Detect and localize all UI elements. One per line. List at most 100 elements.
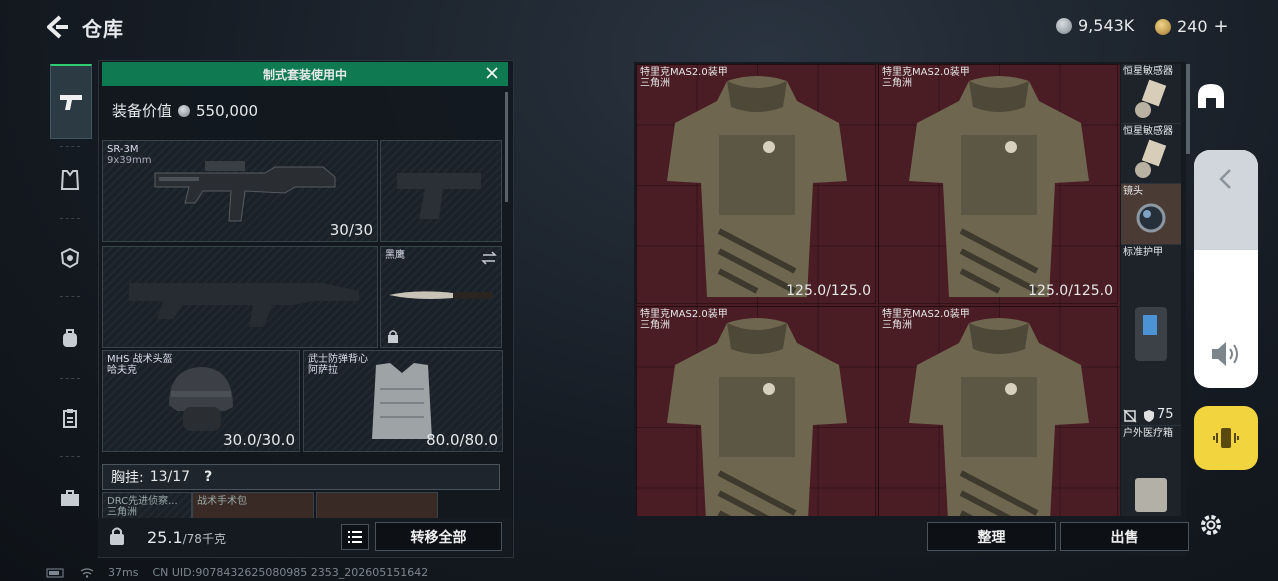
list-icon — [348, 531, 362, 543]
speaker-icon — [1212, 342, 1238, 366]
back-arrow-icon[interactable] — [44, 14, 70, 40]
coin-amount: 9,543K — [1078, 16, 1135, 35]
armor-durability: 80.0/80.0 — [426, 431, 498, 449]
list-view-button[interactable] — [341, 524, 369, 550]
carry-weight-max: /78千克 — [182, 532, 226, 546]
stash-item[interactable]: 标准护甲 75 — [1121, 245, 1181, 426]
stash-vest-item[interactable]: 特里克MAS2.0装甲 三角洲 125.0/125.0 — [878, 64, 1118, 304]
volume-panel[interactable] — [1194, 150, 1258, 388]
rail-armor[interactable] — [50, 160, 90, 200]
stash-grid: 特里克MAS2.0装甲 三角洲 125.0/125.0 特里克MAS2.0装甲 三角洲 1… — [636, 64, 1120, 516]
coin-icon — [1056, 17, 1072, 34]
rail-case[interactable] — [50, 478, 90, 518]
pistol-icon — [60, 95, 82, 110]
stash-vest-item[interactable]: 特里克MAS2.0装甲 三角洲 125.0/125.0 — [636, 64, 876, 304]
rail-backpack[interactable] — [50, 318, 90, 358]
helmet-slot[interactable]: MHS 战术头盔 哈夫克 30.0/30.0 — [102, 350, 300, 452]
add-currency-button[interactable]: + — [1214, 16, 1229, 37]
stash-item-name: 恒星敏感器 — [1123, 66, 1173, 77]
clipboard-icon — [63, 409, 77, 428]
stash-scrollbar[interactable] — [1186, 64, 1190, 154]
sidearm-slot[interactable] — [380, 140, 502, 242]
stash-item-name: 恒星敏感器 — [1123, 126, 1173, 137]
stash-item-name: 镜头 — [1123, 186, 1143, 197]
sell-button[interactable]: 出售 — [1060, 522, 1189, 551]
weight-lock-icon — [110, 527, 124, 545]
rig-item[interactable] — [316, 492, 438, 520]
body-armor-icon — [909, 76, 1089, 297]
swap-icon[interactable] — [481, 251, 497, 265]
vest-icon — [60, 170, 80, 190]
equipment-value-label: 装备价值 — [112, 102, 173, 120]
organize-button[interactable]: 整理 — [927, 522, 1056, 551]
currency-coins: 9,543K — [1056, 16, 1134, 35]
loadout-scrollbar[interactable] — [505, 92, 508, 202]
stash-item-name: 户外医疗箱 — [1123, 428, 1173, 439]
stash-item[interactable]: 恒星敏感器 — [1121, 124, 1181, 184]
vibrate-button[interactable] — [1194, 406, 1258, 470]
armor-level: 75 — [1157, 407, 1174, 422]
armor-slot[interactable]: 武士防弹背心 阿萨拉 80.0/80.0 — [303, 350, 503, 452]
medical-box-icon — [1135, 478, 1167, 512]
coin-icon — [178, 104, 191, 117]
close-icon[interactable] — [484, 65, 500, 81]
weapon-ammo: 30/30 — [329, 221, 373, 239]
preset-banner-text: 制式套装使用中 — [262, 67, 347, 82]
chest-rig-row[interactable]: 胸挂: 13/17 ? — [102, 464, 500, 490]
preset-banner: 制式套装使用中 — [102, 62, 508, 86]
ping: 37ms — [108, 566, 139, 579]
body-armor-icon — [667, 76, 847, 297]
stash-vest-item[interactable]: 特里克MAS2.0装甲 三角洲 — [878, 306, 1118, 516]
premium-amount: 240 — [1177, 17, 1208, 36]
stash-item[interactable]: 镜头 — [1121, 184, 1181, 245]
rail-weapon[interactable] — [50, 64, 92, 139]
armor-name: 武士防弹背心 — [308, 354, 368, 365]
rail-helmet[interactable] — [50, 238, 90, 278]
sensor-icon — [1135, 139, 1167, 178]
primary-weapon-slot[interactable]: SR-3M 9x39mm 30/30 — [102, 140, 378, 242]
body-armor-icon — [909, 318, 1089, 516]
helmet-shield-icon — [60, 247, 80, 269]
rail-medical[interactable] — [50, 398, 90, 438]
rig-item[interactable]: DRC先进侦察... 三角洲 — [102, 492, 192, 520]
lens-icon — [1136, 203, 1166, 233]
wifi-icon — [80, 567, 94, 578]
stash-item[interactable]: 恒星敏感器 — [1121, 64, 1181, 124]
armor-origin: 阿萨拉 — [308, 365, 338, 376]
premium-coin-icon — [1155, 18, 1171, 35]
battery-icon — [46, 568, 64, 577]
stash-item-name: 标准护甲 — [1123, 247, 1163, 258]
help-icon[interactable]: ? — [204, 469, 212, 485]
transfer-all-button[interactable]: 转移全部 — [375, 522, 502, 551]
stash-vest-item[interactable]: 特里克MAS2.0装甲 三角洲 — [636, 306, 876, 516]
sensor-icon — [1135, 79, 1167, 118]
pistol-silhouette-icon — [397, 173, 481, 219]
melee-slot[interactable]: 黑鹰 — [380, 246, 502, 348]
stash-item[interactable]: 户外医疗箱 — [1121, 426, 1181, 516]
vibrate-icon — [1213, 428, 1239, 448]
rifle-silhouette-icon — [129, 283, 359, 327]
carry-weight: 25.1/78千克 — [147, 528, 226, 547]
stash-side-column: 恒星敏感器 恒星敏感器 镜头 标准护甲 75 户外医疗箱 — [1121, 64, 1181, 516]
helmet-icon[interactable] — [1194, 80, 1228, 114]
knife-icon — [389, 291, 493, 299]
rig-item-name: 战术手术包 — [197, 496, 247, 507]
lock-icon — [388, 330, 398, 343]
rig-item[interactable]: 战术手术包 — [192, 492, 314, 520]
category-rail — [46, 60, 94, 540]
page-title: 仓库 — [82, 17, 124, 41]
secondary-weapon-slot[interactable] — [102, 246, 378, 348]
rig-capacity: 13/17 — [149, 469, 191, 485]
collapse-chevron-icon[interactable] — [1216, 168, 1236, 190]
tactical-helmet-icon — [169, 367, 233, 431]
vest-durability: 125.0/125.0 — [786, 283, 871, 299]
no-repair-icon — [1123, 409, 1137, 423]
backpack-icon — [63, 329, 77, 347]
equipment-value: 装备价值 550,000 — [112, 100, 258, 121]
rifle-icon — [154, 161, 336, 222]
gear-icon[interactable] — [1198, 512, 1224, 538]
currency-premium[interactable]: 240 + — [1155, 16, 1229, 37]
body-armor-icon — [667, 318, 847, 516]
rig-label: 胸挂: — [111, 470, 144, 486]
rig-item-origin: 三角洲 — [107, 507, 137, 518]
